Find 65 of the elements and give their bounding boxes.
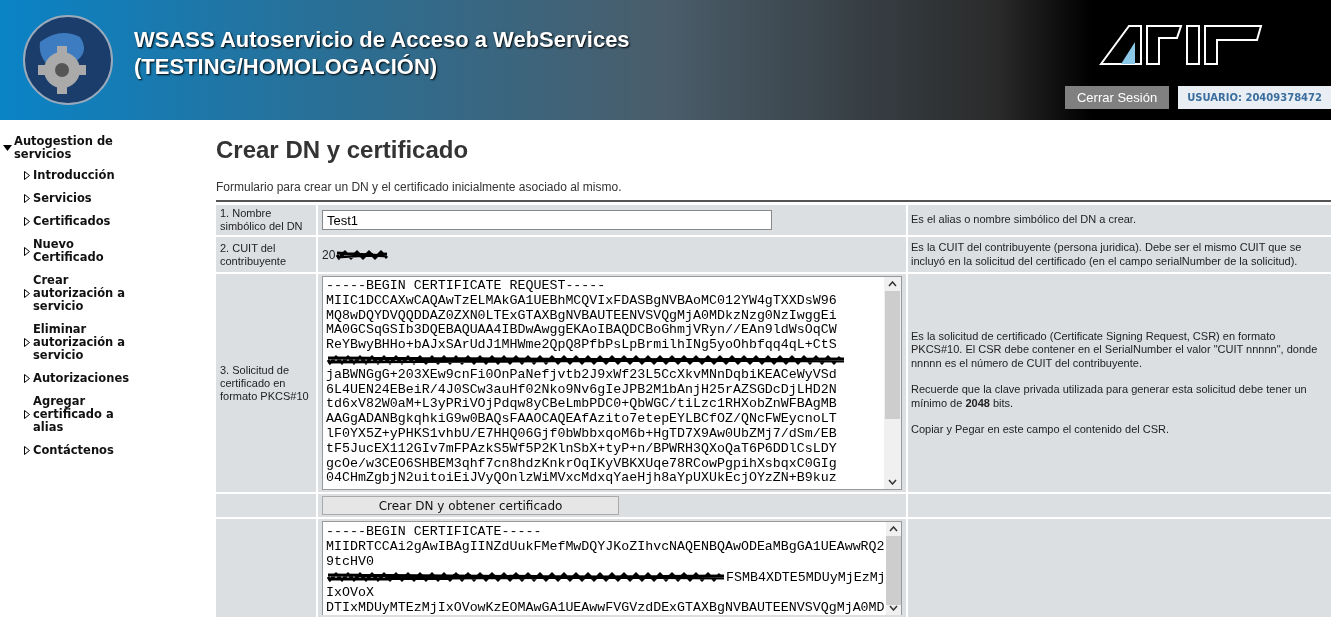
sidebar-link[interactable]: Contáctenos (33, 444, 143, 457)
sidebar-group-link[interactable]: Autogestion de servicios (14, 135, 134, 161)
sidebar-link[interactable]: Certificados (33, 215, 143, 228)
field-label: 1. Nombre simbólico del DN (216, 205, 316, 235)
code-line: jaBWNGgG+203XEw9cnFi0OnPaNefjvtb2J9xWf23L5CcXkvMNnDqbiKEACeWyVSd (326, 367, 838, 383)
redaction-mark (335, 248, 390, 261)
help-text: Recuerde que la clave privada utilizada para generar esta solicitud debe tener un mínimo de 2048 bits. (911, 383, 1308, 410)
code-line: IxOVoX (326, 584, 375, 600)
code-line: AAGgADANBgkqhkiG9w0BAQsFAAOCAQEAfAzito7etepEYLBCfOZ/QNcFWEycnoLT (326, 412, 838, 427)
globe-gear-icon (20, 12, 116, 108)
triangle-icon (24, 374, 30, 383)
triangle-icon (24, 289, 30, 298)
page-description: Formulario para crear un DN y el certificado inicialmente asociado al mismo. (216, 180, 1331, 202)
triangle-icon (24, 246, 30, 256)
triangle-icon (24, 217, 30, 226)
code-line: gcOe/w3CEO6SHBEM3qhf7cn8hdzKnkrOqIKyVBKXUqe78RCowPgpihXsbqxC0GIg (326, 456, 838, 472)
code-line: 9tcHV0 (326, 554, 375, 570)
code-line: td6xV82W0aM+L3yPRiVOjPdqw8yCBeLmbPDC0+QbWGC/tiLzc1RHXobZnWFBAgMB (326, 397, 838, 413)
scroll-up-icon[interactable] (888, 281, 897, 287)
sidebar-link[interactable]: Crear autorización a servicio (33, 274, 143, 313)
scrollbar[interactable] (884, 277, 901, 489)
code-line: MIIC1DCCAXwCAQAwTzELMAkGA1UEBhMCQVIxFDASBgNVBAoMC012YW4gTXXDsW96 (326, 293, 838, 309)
input-field[interactable]: Test1 (322, 210, 772, 230)
text-area[interactable] (322, 521, 902, 615)
triangle-icon (24, 338, 30, 347)
code-line: -----BEGIN CERTIFICATE----- (326, 524, 543, 540)
help-text: Es el alias o nombre simbólico del DN a crear. (911, 213, 1136, 227)
code-line: MIIDRTCCAi2gAwIBAgIINZdUukFMefMwDQYJKoZIhvcNAQENBQAwODEaMBgGA1UEAwwRQ2 (326, 539, 886, 555)
sidebar-link[interactable]: Nuevo Certificado (33, 238, 143, 264)
sidebar-link[interactable]: Autorizaciones (33, 372, 143, 385)
code-line: tF5JucEX112GIv7mFPAzkS5Wf5P2KlnSbX+tyP+n/BPWRH3QXoQaT6P6DDlCsLDY (326, 441, 838, 457)
triangle-icon (24, 194, 30, 203)
help-text: Copiar y Pegar en este campo el contenido del CSR. (911, 423, 1170, 437)
code-line: -----BEGIN CERTIFICATE REQUEST----- (326, 279, 607, 294)
create-button[interactable]: Crear DN y obtener certificado (322, 496, 619, 515)
sidebar-link[interactable]: Servicios (33, 192, 143, 205)
help-text: Es la CUIT del contribuyente (persona juridica). Debe ser el mismo CUIT que se incluyó en la solicitud del certificado (en el campo serialNumber de la solicitud). (911, 241, 1303, 268)
triangle-icon (24, 410, 30, 419)
logout-button[interactable]: Cerrar Sesión (1064, 86, 1170, 109)
scroll-down-icon[interactable] (888, 605, 898, 611)
code-line: 6L4UEN24EBeiR/4J0SCw3auHf02Nko9Nv6gIeJPB2M1bAnjH25rAZSGDcDjLHD2N (326, 382, 838, 398)
user-badge: USUARIO: 20409378472 (1178, 86, 1331, 109)
sidebar-link[interactable]: Eliminar autorización a servicio (33, 323, 143, 362)
triangle-icon (24, 446, 30, 455)
code-line: MQ8wDQYDVQQDDAZ0ZXN0LTExGTAXBgNVBAUTEENVSVQgMjA0MDkzNzg0NzIwggEi (326, 308, 838, 324)
scrollbar[interactable] (885, 522, 901, 615)
page-title: Crear DN y certificado (216, 136, 470, 164)
triangle-icon (24, 171, 30, 180)
field-label: 3. Solicitud de certificado en formato PKCS#10 (216, 274, 316, 492)
scroll-up-icon[interactable] (888, 526, 898, 532)
code-line: 04CHmZgbjN2uitoiEiJVyQOnlzWiMVxcMdxqYaeHjh8aYpUXUkEcjOYzZN+B9kuz (326, 471, 838, 487)
code-line: FSMB4XDTE5MDUyMjEzMj (726, 569, 886, 585)
code-line: ReYBwyBHHo+bAJxSArUdJ1MHWme2QpQ8PfbPsLpBrmilhINg5yoOhbfqq4qL+CtS (326, 338, 838, 353)
code-line: MA0GCSqGSIb3DQEBAQUAA4IBDwAwggEKAoIBAQDCBoGhmjVRyn//EAn9ldWsOqCW (326, 323, 838, 339)
scroll-down-icon[interactable] (888, 479, 897, 485)
app-title: WSASS Autoservicio de Acceso a WebServices (134, 26, 631, 53)
sidebar-link[interactable]: Introducción (33, 169, 143, 182)
app-title: (TESTING/HOMOLOGACIÓN) (134, 53, 439, 80)
field-value: 20 (322, 247, 336, 262)
field-label: 2. CUIT del contribuyente (216, 237, 316, 272)
help-text: Es la solicitud de certificado (Certificate Signing Request, CSR) en formato PKCS#10. El CSR debe contener en el SerialNumber el valor "CUIT nnnnn", donde nnnnn es el número de CUIT del contribuyente. (911, 329, 1319, 370)
sidebar-link[interactable]: Agregar certificado a alias (33, 395, 143, 434)
code-line: DTIxMDUyMTEzMjIxOVowKzEOMAwGA1UEAwwFVGVzdDExGTAXBgNVBAUTEENVSVQgMjA0MD (326, 599, 886, 615)
text-area[interactable] (322, 276, 902, 490)
code-line: lF0YX5Z+yPHKS1vhbU/E7HHQ06Gjf0bWbbxqoM6b+HgTD7X9Aw0UbZMj7/dSm/EB (326, 426, 838, 442)
